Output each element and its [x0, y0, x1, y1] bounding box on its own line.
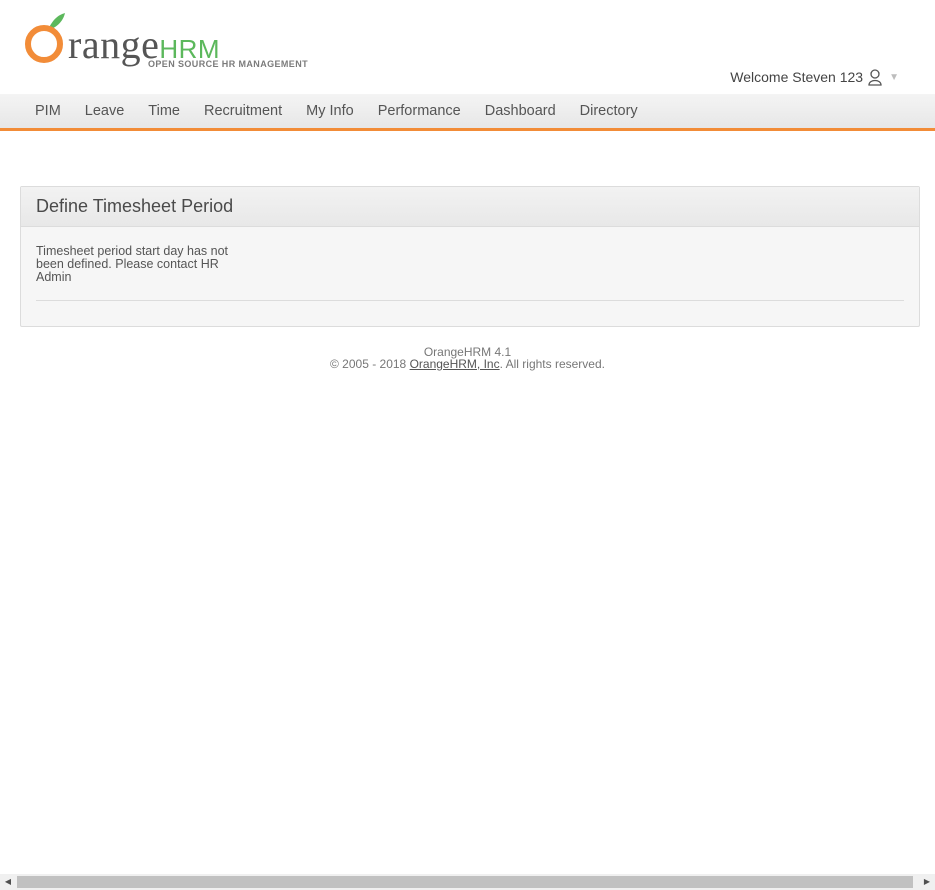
panel-divider: [36, 300, 904, 301]
main-nav: PIM Leave Time Recruitment My Info Perfo…: [0, 94, 935, 131]
nav-item-leave[interactable]: Leave: [73, 94, 137, 128]
header: rangeHRM OPEN SOURCE HR MANAGEMENT Welco…: [0, 0, 935, 94]
nav-item-dashboard[interactable]: Dashboard: [473, 94, 568, 128]
logo-word-range: range: [68, 22, 160, 67]
footer: OrangeHRM 4.1 © 2005 - 2018 OrangeHRM, I…: [0, 346, 935, 370]
nav-item-recruitment[interactable]: Recruitment: [192, 94, 294, 128]
nav-item-time[interactable]: Time: [136, 94, 192, 128]
copyright-prefix: © 2005 - 2018: [330, 357, 410, 371]
scroll-left-icon[interactable]: ◀: [0, 874, 16, 890]
scrollbar-thumb[interactable]: [17, 876, 913, 888]
logo-tagline: OPEN SOURCE HR MANAGEMENT: [148, 59, 309, 69]
user-icon[interactable]: [867, 68, 883, 86]
nav-item-directory[interactable]: Directory: [568, 94, 650, 128]
company-link[interactable]: OrangeHRM, Inc: [410, 357, 500, 371]
nav-item-performance[interactable]: Performance: [366, 94, 473, 128]
panel-message: Timesheet period start day has not been …: [36, 244, 228, 284]
welcome-text[interactable]: Welcome Steven 123: [730, 69, 863, 85]
scroll-right-icon[interactable]: ▶: [919, 874, 935, 890]
footer-copyright: © 2005 - 2018 OrangeHRM, Inc. All rights…: [0, 358, 935, 370]
nav-item-pim[interactable]: PIM: [23, 94, 73, 128]
timesheet-period-panel: Define Timesheet Period Timesheet period…: [20, 186, 920, 327]
welcome-menu[interactable]: Welcome Steven 123 ▼: [730, 68, 899, 86]
horizontal-scrollbar[interactable]: ◀ ▶: [0, 874, 935, 890]
nav-item-my-info[interactable]: My Info: [294, 94, 366, 128]
orange-logo-icon: [25, 13, 65, 63]
copyright-suffix: . All rights reserved.: [499, 357, 605, 371]
panel-title: Define Timesheet Period: [36, 196, 234, 216]
chevron-down-icon[interactable]: ▼: [889, 72, 899, 83]
orangehrm-logo[interactable]: rangeHRM OPEN SOURCE HR MANAGEMENT: [24, 12, 314, 74]
